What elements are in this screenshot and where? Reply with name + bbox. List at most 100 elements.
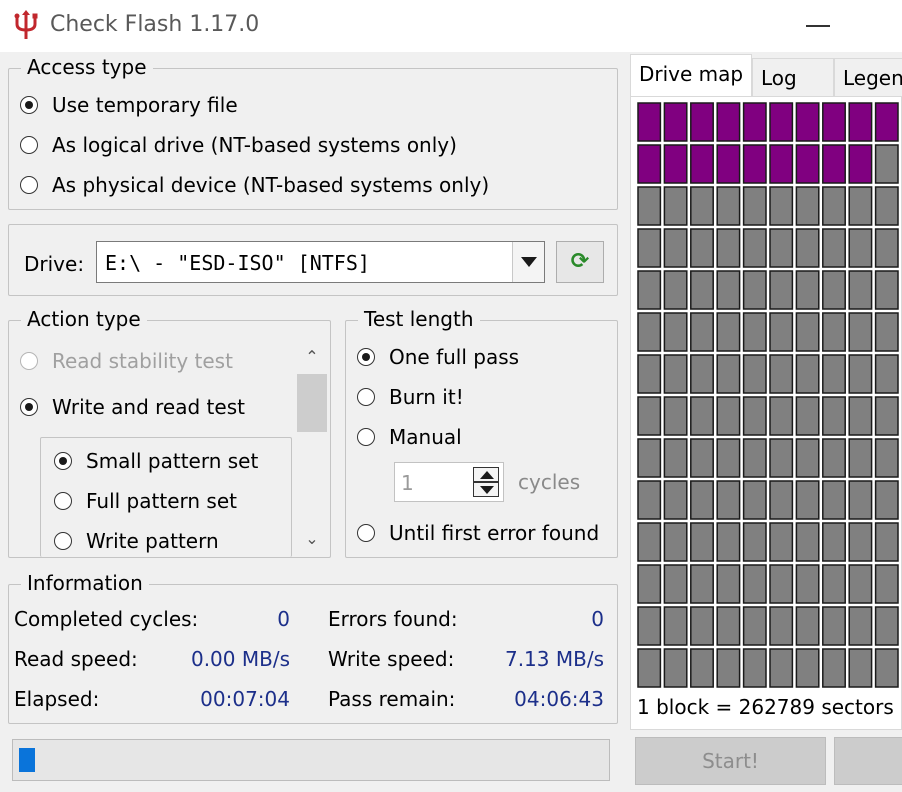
block-size-caption: 1 block = 262789 sectors <box>637 695 894 719</box>
map-block-unused <box>663 396 688 436</box>
elapsed-value: 00:07:04 <box>200 687 290 711</box>
map-block-unused <box>716 480 741 520</box>
radio-write-pattern[interactable]: Write pattern <box>54 529 219 553</box>
map-block-unused <box>663 228 688 268</box>
map-block-unused <box>874 186 899 226</box>
map-block-unused <box>690 438 714 478</box>
radio-label: Until first error found <box>389 521 600 545</box>
drive-map-panel: 1 block = 262789 sectors <box>630 96 902 730</box>
tab-legend[interactable]: Legend <box>834 58 902 98</box>
spin-up-icon[interactable] <box>473 467 499 482</box>
scrollbar-thumb[interactable] <box>297 374 327 432</box>
progress-fill <box>19 748 35 772</box>
radio-as-logical-drive[interactable]: As logical drive (NT-based systems only) <box>20 133 457 157</box>
map-block-unused <box>637 396 662 436</box>
map-block-unused <box>795 480 820 520</box>
radio-burn-it[interactable]: Burn it! <box>357 385 464 409</box>
map-block-written <box>742 102 767 142</box>
radio-one-full-pass[interactable]: One full pass <box>357 345 519 369</box>
radio-small-pattern-set[interactable]: Small pattern set <box>54 449 258 473</box>
map-block-unused <box>716 606 741 646</box>
elapsed-label: Elapsed: <box>14 687 100 711</box>
map-block-unused <box>690 648 714 688</box>
chevron-down-icon[interactable] <box>512 242 544 282</box>
radio-label: Manual <box>389 425 462 449</box>
map-block-unused <box>663 606 688 646</box>
chevron-up-icon[interactable]: ⌃ <box>296 342 328 372</box>
map-block-written <box>716 144 741 184</box>
map-block-unused <box>742 606 767 646</box>
read-speed-label: Read speed: <box>14 647 138 671</box>
radio-full-pattern-set[interactable]: Full pattern set <box>54 489 237 513</box>
radio-as-physical-device[interactable]: As physical device (NT-based systems onl… <box>20 173 489 197</box>
write-speed-label: Write speed: <box>328 647 455 671</box>
map-block-unused <box>795 354 820 394</box>
chevron-down-icon[interactable]: ⌄ <box>296 524 328 554</box>
radio-label: One full pass <box>389 345 520 369</box>
map-block-unused <box>795 228 820 268</box>
map-block-unused <box>874 606 899 646</box>
minimize-button[interactable] <box>806 25 830 27</box>
tab-drive-map[interactable]: Drive map <box>630 54 752 98</box>
radio-indicator <box>54 492 72 510</box>
map-block-unused <box>848 312 873 352</box>
map-block-unused <box>742 312 767 352</box>
map-block-unused <box>663 312 688 352</box>
cycles-value: 1 <box>401 471 414 495</box>
cycles-stepper[interactable]: 1 <box>394 462 504 502</box>
map-block-unused <box>742 480 767 520</box>
map-block-unused <box>822 564 846 604</box>
tab-log[interactable]: Log <box>752 58 834 98</box>
map-block-unused <box>822 606 846 646</box>
action-type-legend: Action type <box>21 307 147 331</box>
map-block-unused <box>874 564 899 604</box>
map-block-written <box>769 144 794 184</box>
secondary-button[interactable] <box>834 737 902 785</box>
map-block-unused <box>742 438 767 478</box>
map-block-unused <box>690 480 714 520</box>
radio-label: As logical drive (NT-based systems only) <box>52 133 457 157</box>
map-block-unused <box>769 270 794 310</box>
spin-down-icon[interactable] <box>473 482 499 497</box>
map-block-unused <box>769 522 794 562</box>
radio-indicator <box>357 428 375 446</box>
radio-indicator <box>357 348 375 366</box>
map-block-unused <box>769 564 794 604</box>
map-block-unused <box>663 522 688 562</box>
map-block-unused <box>874 480 899 520</box>
map-block-unused <box>769 396 794 436</box>
map-block-unused <box>637 564 662 604</box>
map-block-written <box>637 102 662 142</box>
refresh-icon: ⟳ <box>570 249 590 274</box>
map-block-written <box>663 102 688 142</box>
map-block-unused <box>848 564 873 604</box>
map-block-written <box>848 102 873 142</box>
radio-indicator <box>20 96 38 114</box>
radio-until-first-error[interactable]: Until first error found <box>357 521 599 545</box>
drive-map-grid <box>636 101 900 689</box>
map-block-unused <box>769 480 794 520</box>
map-block-unused <box>874 648 899 688</box>
refresh-button[interactable]: ⟳ <box>556 241 604 283</box>
radio-indicator <box>20 176 38 194</box>
title-bar: Check Flash 1.17.0 <box>0 0 902 52</box>
radio-label: Read stability test <box>52 349 233 373</box>
drive-select-value: E:\ - "ESD-ISO" [NTFS] <box>105 251 370 275</box>
write-speed-value: 7.13 MB/s <box>504 647 604 671</box>
map-block-unused <box>637 480 662 520</box>
radio-read-stability-test[interactable]: Read stability test <box>20 349 233 373</box>
map-block-unused <box>822 354 846 394</box>
map-block-unused <box>690 270 714 310</box>
map-block-written <box>716 102 741 142</box>
map-block-unused <box>848 354 873 394</box>
map-block-written <box>637 144 662 184</box>
radio-label: Burn it! <box>389 385 464 409</box>
action-type-scrollbar[interactable]: ⌃ ⌄ <box>296 342 328 556</box>
map-block-unused <box>690 522 714 562</box>
drive-select[interactable]: E:\ - "ESD-ISO" [NTFS] <box>96 241 545 283</box>
radio-write-and-read-test[interactable]: Write and read test <box>20 395 245 419</box>
radio-use-temporary-file[interactable]: Use temporary file <box>20 93 238 117</box>
start-button[interactable]: Start! <box>635 737 826 785</box>
radio-manual[interactable]: Manual <box>357 425 462 449</box>
map-block-unused <box>663 648 688 688</box>
